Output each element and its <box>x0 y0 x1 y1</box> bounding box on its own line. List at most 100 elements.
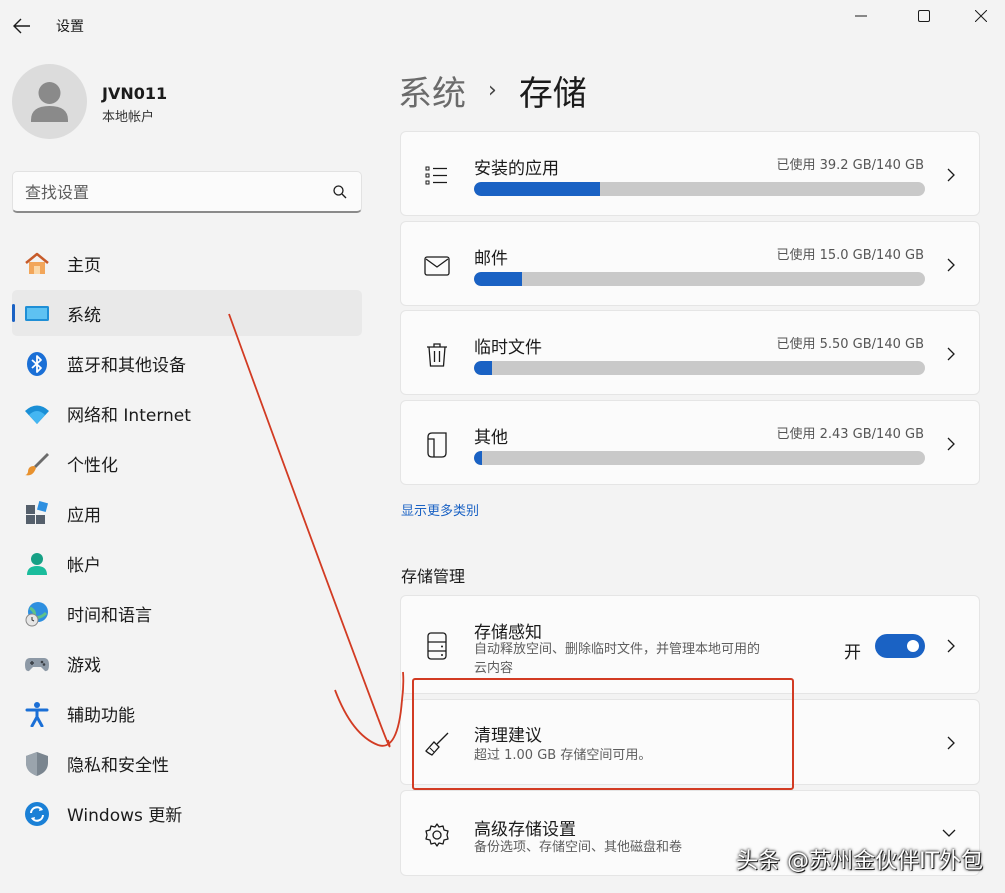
page-title: 存储 <box>518 74 587 114</box>
show-more-categories-link[interactable]: 显示更多类别 <box>401 500 479 519</box>
usage-bar-fill <box>474 272 523 286</box>
usage-amount: 已使用 5.50 GB/140 GB <box>776 337 924 352</box>
avatar[interactable] <box>12 64 87 139</box>
sidebar-item-label: 网络和 Internet <box>67 405 191 426</box>
usage-card-temp-files[interactable]: 临时文件 已使用 5.50 GB/140 GB <box>400 310 980 395</box>
usage-bar-fill <box>474 361 492 375</box>
breadcrumb: 系统 › 存储 <box>398 66 587 115</box>
sidebar-item-accounts[interactable]: 帐户 <box>12 540 362 586</box>
title-bar: 设置 <box>0 0 1005 50</box>
sidebar-item-windows-update[interactable]: Windows 更新 <box>12 790 362 836</box>
sidebar-item-apps[interactable]: 应用 <box>12 490 362 536</box>
usage-bar <box>474 182 925 196</box>
usage-label: 其他 <box>474 428 508 448</box>
gear-icon <box>423 821 451 849</box>
brush-icon <box>24 451 50 477</box>
search-input[interactable] <box>25 181 325 203</box>
app-title: 设置 <box>56 19 84 35</box>
list-icon <box>423 162 451 190</box>
usage-bar <box>474 272 925 286</box>
advanced-storage-desc: 备份选项、存储空间、其他磁盘和卷 <box>474 840 683 855</box>
sidebar-item-label: 帐户 <box>67 555 101 576</box>
sidebar-item-label: 个性化 <box>67 455 118 476</box>
usage-card-apps[interactable]: 安装的应用 已使用 39.2 GB/140 GB <box>400 131 980 216</box>
usage-label: 安装的应用 <box>474 159 559 179</box>
user-account-type: 本地帐户 <box>102 110 155 125</box>
sidebar-item-gaming[interactable]: 游戏 <box>12 640 362 686</box>
drive-icon <box>423 632 451 660</box>
advanced-storage-title: 高级存储设置 <box>474 820 576 840</box>
sidebar-item-label: 应用 <box>67 505 101 526</box>
update-icon <box>24 801 50 827</box>
account-icon <box>24 551 50 577</box>
close-icon <box>975 10 987 22</box>
usage-card-other[interactable]: 其他 已使用 2.43 GB/140 GB <box>400 400 980 485</box>
home-icon <box>24 251 50 277</box>
sidebar-item-label: 隐私和安全性 <box>67 755 169 776</box>
storage-sense-desc-line1: 自动释放空间、删除临时文件，并管理本地可用的 <box>474 642 761 657</box>
sidebar-item-home[interactable]: 主页 <box>12 240 362 286</box>
back-button[interactable] <box>10 14 34 38</box>
wifi-icon <box>24 401 50 427</box>
minimize-button[interactable] <box>838 2 884 30</box>
chevron-down-icon <box>942 829 956 837</box>
chevron-right-icon <box>947 258 955 272</box>
sidebar-item-network[interactable]: 网络和 Internet <box>12 390 362 436</box>
section-title: 存储管理 <box>401 567 466 586</box>
document-icon <box>423 431 451 459</box>
usage-card-mail[interactable]: 邮件 已使用 15.0 GB/140 GB <box>400 221 980 306</box>
breadcrumb-separator: › <box>488 78 497 103</box>
search-icon[interactable] <box>333 185 347 199</box>
search-box <box>12 171 362 213</box>
shield-icon <box>24 751 50 777</box>
sidebar-item-label: 辅助功能 <box>67 705 135 726</box>
sidebar-item-time-language[interactable]: 时间和语言 <box>12 590 362 636</box>
sidebar-item-label: 游戏 <box>67 655 101 676</box>
usage-amount: 已使用 39.2 GB/140 GB <box>776 158 924 173</box>
close-button[interactable] <box>958 2 1004 30</box>
minimize-icon <box>855 15 867 17</box>
sidebar-item-label: 时间和语言 <box>67 605 152 626</box>
usage-bar <box>474 361 925 375</box>
watermark: 头条 @苏州金伙伴IT外包 <box>736 849 983 874</box>
sidebar-item-accessibility[interactable]: 辅助功能 <box>12 690 362 736</box>
usage-label: 临时文件 <box>474 338 542 358</box>
usage-bar <box>474 451 925 465</box>
usage-amount: 已使用 15.0 GB/140 GB <box>776 248 924 263</box>
gamepad-icon <box>24 651 50 677</box>
globe-clock-icon <box>24 601 50 627</box>
active-indicator <box>12 304 15 322</box>
sidebar-nav: 主页 系统 蓝牙和其他设备 网络和 Internet 个性化 应用 帐户 时间和… <box>12 240 362 840</box>
user-name: JVN011 <box>102 84 168 103</box>
chevron-right-icon <box>947 736 955 750</box>
toggle-state-label: 开 <box>844 643 861 663</box>
chevron-right-icon <box>947 437 955 451</box>
back-arrow-icon <box>13 18 30 34</box>
usage-label: 邮件 <box>474 249 508 269</box>
chevron-right-icon <box>947 168 955 182</box>
sidebar-item-label: 系统 <box>67 305 101 326</box>
maximize-icon <box>918 10 930 22</box>
sidebar-item-privacy[interactable]: 隐私和安全性 <box>12 740 362 786</box>
toggle-knob <box>907 640 919 652</box>
usage-amount: 已使用 2.43 GB/140 GB <box>776 427 924 442</box>
mail-icon <box>423 252 451 280</box>
sidebar-item-label: 主页 <box>67 255 101 276</box>
breadcrumb-parent[interactable]: 系统 <box>398 66 466 115</box>
system-icon <box>24 301 50 327</box>
chevron-right-icon <box>947 639 955 653</box>
trash-icon <box>423 341 451 369</box>
storage-sense-toggle[interactable] <box>875 634 925 658</box>
highlight-box <box>412 678 794 790</box>
usage-bar-fill <box>474 182 601 196</box>
accessibility-icon <box>24 701 50 727</box>
sidebar-item-label: Windows 更新 <box>67 805 183 826</box>
sidebar-item-bluetooth[interactable]: 蓝牙和其他设备 <box>12 340 362 386</box>
sidebar-item-personalization[interactable]: 个性化 <box>12 440 362 486</box>
sidebar-item-label: 蓝牙和其他设备 <box>67 355 186 376</box>
maximize-button[interactable] <box>901 2 947 30</box>
storage-sense-desc-line2: 云内容 <box>474 661 514 676</box>
sidebar-item-system[interactable]: 系统 <box>12 290 362 336</box>
user-silhouette-icon <box>31 82 68 122</box>
bluetooth-icon <box>24 351 50 377</box>
